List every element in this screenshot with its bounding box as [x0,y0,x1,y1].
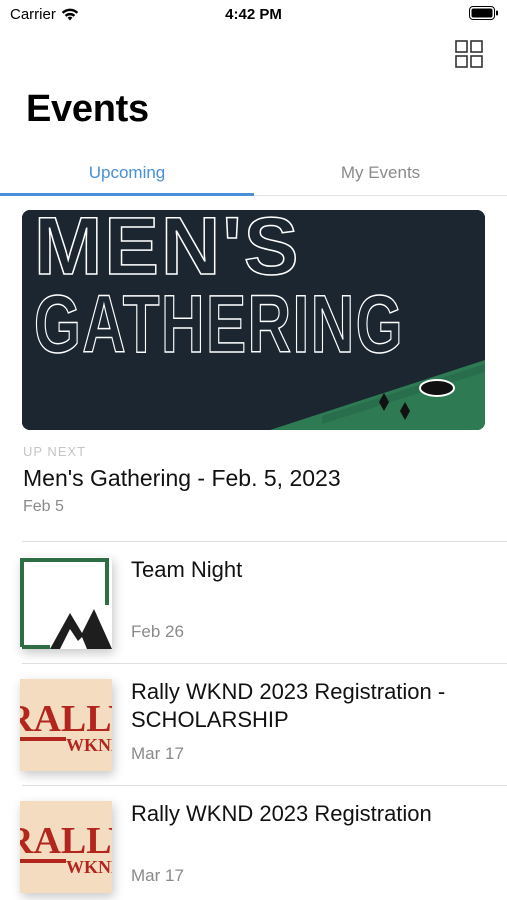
event-thumbnail: RALLY WKND [20,801,112,893]
battery-icon [469,6,498,20]
event-date: Mar 17 [131,866,184,885]
event-date: Feb 26 [131,622,184,641]
event-date: Mar 17 [131,744,184,763]
featured-event-banner[interactable]: MEN'S GATHERING [22,210,485,430]
status-time: 4:42 PM [225,6,282,23]
grid-icon [455,40,483,68]
rally-wknd-logo-icon: RALLY WKND [20,679,112,771]
event-thumbnail: RALLY WKND [20,679,112,771]
thumb-text-rally: RALLY [20,698,112,740]
featured-event-date: Feb 5 [23,498,64,515]
segmented-tabs: Upcoming My Events [0,150,507,196]
active-tab-indicator [0,193,254,196]
thumb-text-wknd: WKND [66,735,112,755]
tab-my-events[interactable]: My Events [254,150,507,196]
list-item[interactable]: RALLY WKND Rally WKND 2023 Registration … [20,663,507,785]
event-title: Team Night [131,557,243,582]
list-item[interactable]: Team Night Feb 26 [20,541,507,663]
thumb-text-wknd: WKND [66,857,112,877]
status-bar: Carrier 4:42 PM [0,0,507,30]
event-thumbnail [20,557,112,649]
featured-event-title[interactable]: Men's Gathering - Feb. 5, 2023 [23,465,341,492]
grid-view-button[interactable] [455,40,483,68]
event-title: Rally WKND 2023 Registration - SCHOLARSH… [131,679,446,732]
thumb-text-rally: RALLY [20,820,112,862]
up-next-label: UP NEXT [23,444,87,459]
banner-text-line2: GATHERING [34,279,404,370]
tab-upcoming[interactable]: Upcoming [0,150,254,196]
event-list: Team Night Feb 26 RALLY WKND Rally WKND … [0,541,507,900]
list-item[interactable]: RALLY WKND Rally WKND 2023 Registration … [20,785,507,900]
tab-my-events-label: My Events [340,163,421,182]
event-title: Rally WKND 2023 Registration [131,801,432,826]
tab-upcoming-label: Upcoming [88,163,166,182]
rally-wknd-logo-icon: RALLY WKND [20,801,112,893]
mountain-logo-icon [20,557,112,649]
page-title: Events [26,88,149,130]
